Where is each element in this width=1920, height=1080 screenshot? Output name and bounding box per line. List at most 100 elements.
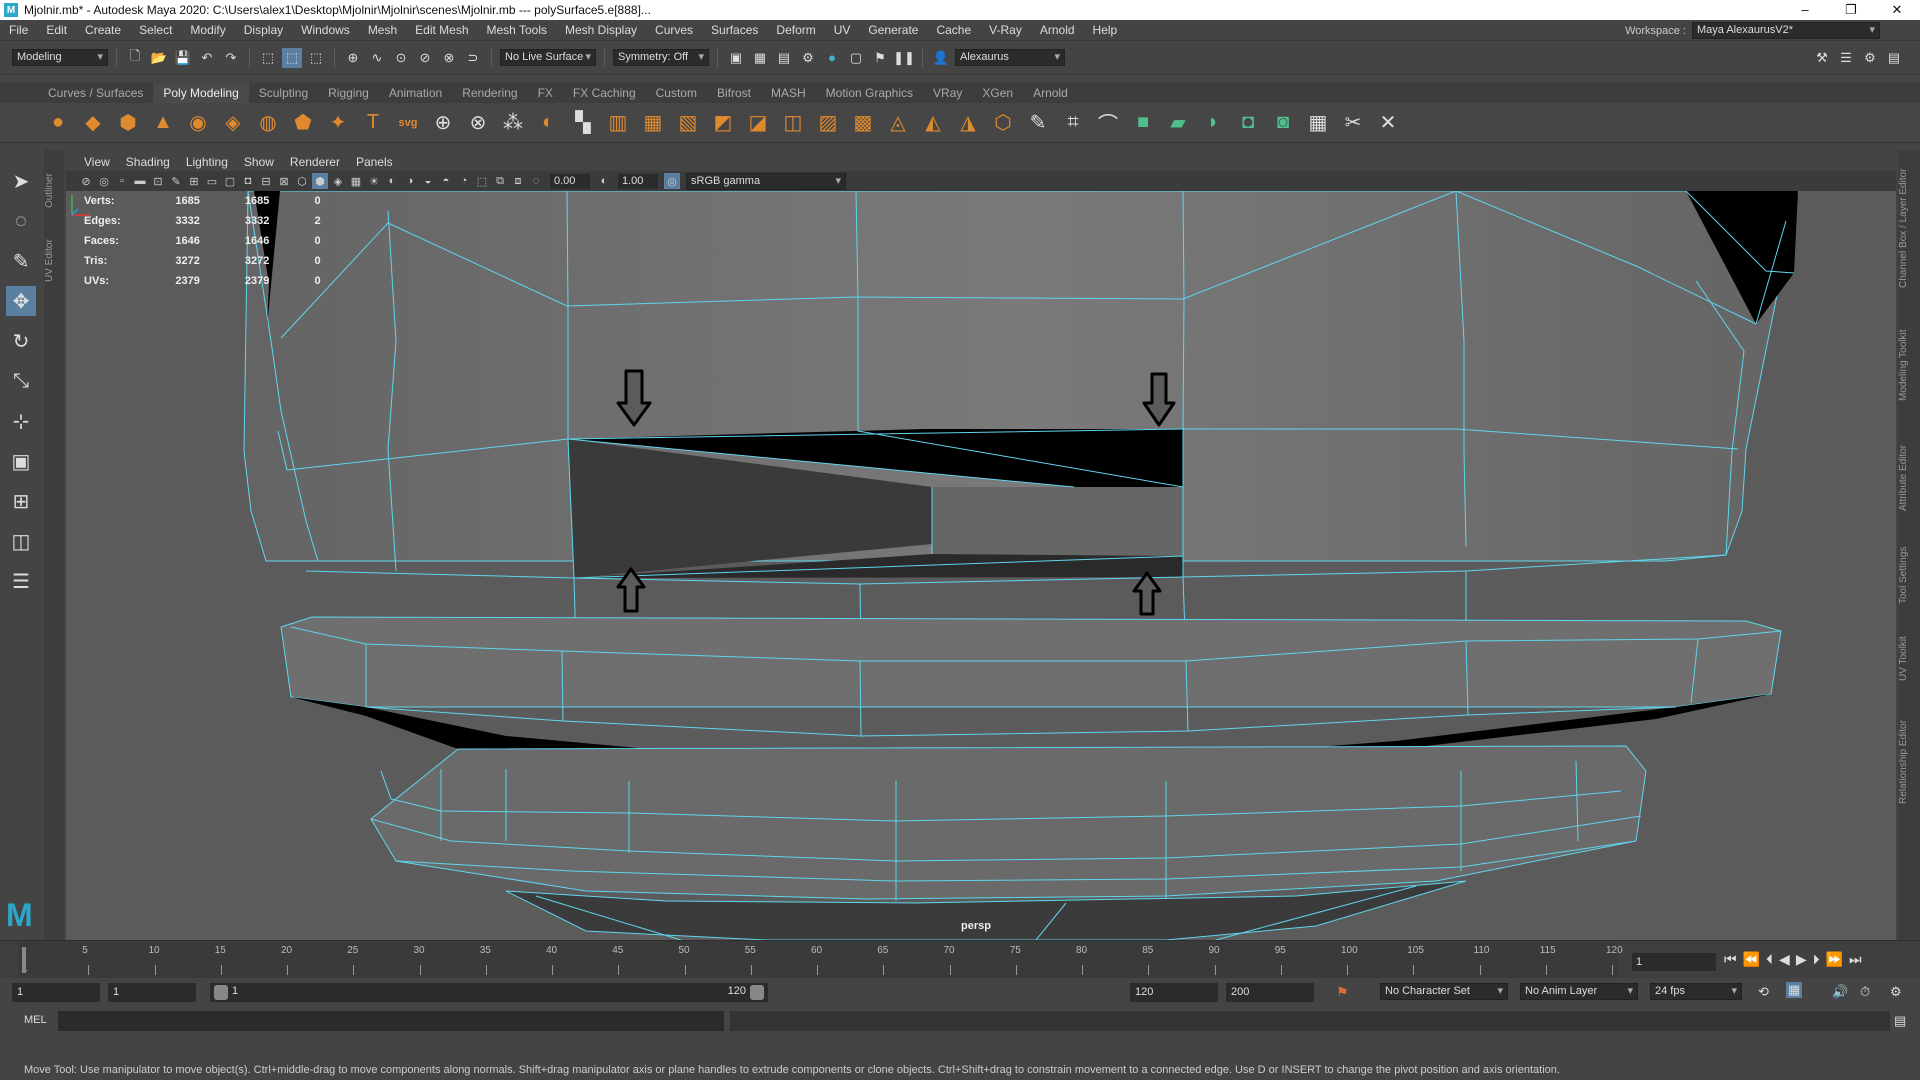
scale-tool-icon[interactable]: ⤡ <box>6 366 36 396</box>
poly-cube-icon[interactable]: ◆ <box>79 109 107 137</box>
vray-frame-icon[interactable]: ▢ <box>846 48 866 68</box>
shelf-tab-rendering[interactable]: Rendering <box>452 83 527 103</box>
tool-settings-tab[interactable]: Tool Settings <box>1898 535 1918 615</box>
gate-mask-icon[interactable]: ◘ <box>240 173 256 189</box>
extrude-icon[interactable]: ▥ <box>604 109 632 137</box>
wireframe-on-shaded-icon[interactable]: ◈ <box>330 173 346 189</box>
safe-action-icon[interactable]: ⊠ <box>276 173 292 189</box>
multisample-aa-icon[interactable]: ◓ <box>438 173 454 189</box>
undo-icon[interactable]: ↶ <box>197 48 217 68</box>
pause-icon[interactable]: ❚❚ <box>893 48 915 68</box>
exposure-field[interactable]: 0.00 <box>550 173 590 189</box>
two-view-layout-icon[interactable]: ◫ <box>6 526 36 556</box>
ipr-render-icon[interactable]: ▤ <box>774 48 794 68</box>
shelf-tab-mash[interactable]: MASH <box>761 83 816 103</box>
menu-edit-mesh[interactable]: Edit Mesh <box>406 20 477 41</box>
range-end-handle[interactable] <box>750 985 764 1000</box>
shadows-icon[interactable]: ◐ <box>384 173 400 189</box>
live-surface-field[interactable]: No Live Surface <box>500 49 596 66</box>
shelf-tab-vray[interactable]: VRay <box>923 83 972 103</box>
panel-menu-view[interactable]: View <box>76 155 118 169</box>
hypershade-icon[interactable]: ● <box>822 48 842 68</box>
menu-file[interactable]: File <box>0 20 37 41</box>
outliner-tab[interactable]: Outliner <box>44 160 64 220</box>
select-by-object-icon[interactable]: ⬚ <box>282 47 302 68</box>
relationship-editor-tab[interactable]: Relationship Editor <box>1898 702 1918 822</box>
poly-type-icon[interactable]: T <box>359 109 387 137</box>
tool-settings-icon[interactable]: ⚙ <box>1860 48 1880 68</box>
uv-cylindrical-icon[interactable]: ▰ <box>1164 109 1192 137</box>
channel-box-icon[interactable]: ▤ <box>1884 48 1904 68</box>
motion-blur-icon[interactable]: ◒ <box>420 173 436 189</box>
panel-menu-show[interactable]: Show <box>236 155 282 169</box>
depth-of-field-icon[interactable]: ◔ <box>456 173 472 189</box>
shelf-tab-rigging[interactable]: Rigging <box>318 83 379 103</box>
script-language-label[interactable]: MEL <box>24 1014 47 1026</box>
shelf-tab-animation[interactable]: Animation <box>379 83 452 103</box>
time-ruler[interactable]: 1510152025303540455055606570758085909510… <box>18 941 1623 979</box>
shelf-tab-bifrost[interactable]: Bifrost <box>707 83 761 103</box>
super-shape-icon[interactable]: ✦ <box>324 109 352 137</box>
magnet-icon[interactable]: ⊃ <box>463 48 483 68</box>
bridge-icon[interactable]: ▦ <box>639 109 667 137</box>
menu-mesh[interactable]: Mesh <box>359 20 406 41</box>
platonic-solid-icon[interactable]: ⬟ <box>289 109 317 137</box>
close-icon[interactable]: ✕ <box>1874 0 1920 20</box>
shelf-tab-fx-caching[interactable]: FX Caching <box>563 83 646 103</box>
render-settings-icon[interactable]: ⚙ <box>798 48 818 68</box>
animation-end-field[interactable]: 200 <box>1226 983 1314 1002</box>
go-to-start-icon[interactable]: ⏮ <box>1724 951 1737 968</box>
rotate-tool-icon[interactable]: ↻ <box>6 326 36 356</box>
sound-icon[interactable]: 🔊 <box>1832 984 1848 1000</box>
new-scene-icon[interactable]: 🗋 <box>125 48 145 68</box>
uv-spherical-icon[interactable]: ◗ <box>1199 109 1227 137</box>
isolate-select-icon[interactable]: ⬚ <box>474 173 490 189</box>
playback-speed-icon[interactable]: ⏱ <box>1860 984 1870 1000</box>
uv-cut-icon[interactable]: ✂ <box>1339 109 1367 137</box>
xray-joints-icon[interactable]: ⧈ <box>510 173 526 189</box>
menu-help[interactable]: Help <box>1084 20 1127 41</box>
vray-ipr-icon[interactable]: ⚑ <box>870 48 890 68</box>
poly-torus-icon[interactable]: ◉ <box>184 109 212 137</box>
menu-mesh-tools[interactable]: Mesh Tools <box>478 20 556 41</box>
shelf-tab-sculpting[interactable]: Sculpting <box>249 83 318 103</box>
offset-edge-loop-icon[interactable]: ▩ <box>849 109 877 137</box>
shelf-tab-curves-surfaces[interactable]: Curves / Surfaces <box>38 83 153 103</box>
render-frame-icon[interactable]: ▦ <box>750 48 770 68</box>
perspective-viewport[interactable]: Verts: 1685 1685 0 Edges: 3332 3332 2 Faces: 16… <box>66 191 1896 940</box>
attribute-editor-icon[interactable]: ☰ <box>1836 48 1856 68</box>
grid-icon[interactable]: ⊞ <box>186 173 202 189</box>
snap-view-plane-icon[interactable]: ⊘ <box>415 48 435 68</box>
two-d-pan-zoom-icon[interactable]: ⊡ <box>150 173 166 189</box>
menu-select[interactable]: Select <box>130 20 181 41</box>
animation-prefs-icon[interactable]: ⚙ <box>1890 984 1902 1000</box>
menu-vray[interactable]: V-Ray <box>980 20 1031 41</box>
camera-attributes-icon[interactable]: ◎ <box>96 173 112 189</box>
panel-menu-lighting[interactable]: Lighting <box>178 155 236 169</box>
poly-cylinder-icon[interactable]: ⬢ <box>114 109 142 137</box>
workspace-dropdown[interactable]: Maya AlexaurusV2* <box>1692 22 1880 39</box>
select-by-hierarchy-icon[interactable]: ⬚ <box>258 48 278 68</box>
go-to-end-icon[interactable]: ⏭ <box>1849 951 1862 968</box>
attribute-editor-tab[interactable]: Attribute Editor <box>1898 428 1918 528</box>
panel-menu-panels[interactable]: Panels <box>348 155 401 169</box>
redo-icon[interactable]: ↷ <box>221 48 241 68</box>
color-management-icon[interactable]: ◎ <box>664 173 680 189</box>
menu-windows[interactable]: Windows <box>292 20 359 41</box>
select-by-component-icon[interactable]: ⬚ <box>306 48 326 68</box>
anim-layer-dropdown[interactable]: No Anim Layer <box>1520 983 1638 1000</box>
bookmark-icon[interactable]: ▫ <box>114 173 130 189</box>
resolution-gate-icon[interactable]: ▢ <box>222 173 238 189</box>
restore-icon[interactable]: ❐ <box>1828 0 1874 20</box>
symmetry-dropdown[interactable]: Symmetry: Off <box>613 49 709 66</box>
uv-layout-icon[interactable]: ▦ <box>1304 109 1332 137</box>
modeling-toolkit-tab[interactable]: Modeling Toolkit <box>1898 315 1918 415</box>
uv-sew-icon[interactable]: ✕ <box>1374 109 1402 137</box>
shelf-tab-poly-modeling[interactable]: Poly Modeling <box>153 83 249 103</box>
move-tool-icon[interactable]: ✥ <box>6 286 36 316</box>
paint-select-icon[interactable]: ✎ <box>6 246 36 276</box>
separate-icon[interactable]: ⊗ <box>464 109 492 137</box>
menu-arnold[interactable]: Arnold <box>1031 20 1084 41</box>
menu-uv[interactable]: UV <box>825 20 860 41</box>
save-scene-icon[interactable]: 💾 <box>173 48 193 68</box>
